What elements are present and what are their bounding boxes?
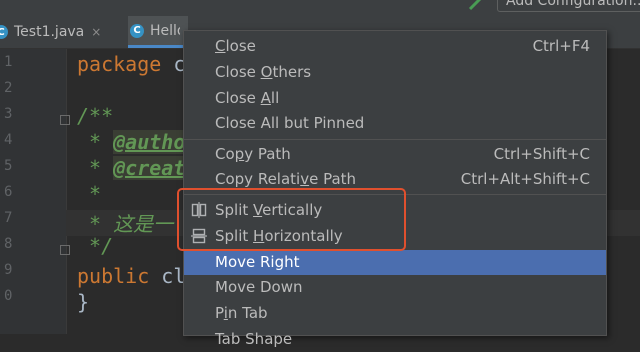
code-line[interactable]: package c — [77, 52, 185, 76]
javadoc-tag: @creat — [113, 156, 186, 180]
add-configuration-button[interactable]: Add Configuration... — [497, 0, 640, 12]
menu-item-tab-shape[interactable]: Tab Shape — [184, 327, 606, 352]
mnemonic: C — [215, 37, 226, 55]
menu-item-move-down[interactable]: Move Down — [184, 275, 606, 300]
code-text: c — [161, 52, 186, 76]
comment-text: /** — [77, 104, 114, 128]
top-toolbar: Add Configuration... — [0, 0, 640, 16]
menu-item-label: thers — [272, 63, 312, 81]
code-line[interactable]: /** — [77, 104, 113, 128]
menu-item-label: Tab Shape — [215, 330, 293, 348]
line-number: 5 — [4, 158, 13, 174]
menu-item-label: ll — [270, 89, 280, 107]
javadoc-tag: @autho — [113, 130, 186, 154]
menu-item-label: Move Right — [215, 253, 300, 271]
line-number: 8 — [4, 236, 13, 252]
tab-label: Hello.java — [150, 22, 180, 39]
line-number: 4 — [4, 132, 13, 148]
fold-toggle-icon[interactable] — [60, 245, 70, 255]
menu-item-label: Co — [215, 145, 235, 163]
menu-item-label: Close — [215, 89, 261, 107]
code-line[interactable]: * — [77, 182, 101, 206]
menu-item-pin-tab[interactable]: Pin Tab — [184, 301, 606, 326]
annotation-highlight-box — [177, 188, 406, 251]
menu-item-close-others[interactable]: Close Others — [184, 60, 606, 85]
comment-text: * 这是一 — [77, 212, 174, 236]
menu-separator — [184, 139, 606, 140]
code-line[interactable]: */ — [77, 234, 113, 258]
mnemonic: O — [260, 63, 273, 81]
line-number: 7 — [4, 210, 13, 226]
menu-item-label: Move Down — [215, 278, 303, 296]
java-class-icon: C — [0, 25, 8, 39]
menu-item-label: lose — [225, 37, 256, 55]
shortcut-label: Ctrl+Alt+Shift+C — [460, 170, 590, 188]
line-number: 6 — [4, 184, 13, 200]
mnemonic: p — [234, 145, 245, 163]
menu-item-close-all-but-pinned[interactable]: Close All but Pinned — [184, 111, 606, 136]
menu-item-label: Close All but Pinned — [215, 114, 365, 132]
build-hammer-icon[interactable] — [468, 0, 486, 11]
code-text: } — [77, 290, 90, 314]
menu-item-label: e Path — [309, 170, 357, 188]
mnemonic: v — [300, 170, 310, 188]
java-class-icon: C — [130, 23, 144, 38]
keyword: public — [77, 264, 150, 288]
line-number: 1 — [4, 54, 13, 70]
tab-context-menu: Close Ctrl+F4 Close Others Close All Clo… — [183, 30, 607, 348]
keyword: package — [77, 52, 162, 76]
menu-item-label: n Tab — [227, 304, 268, 322]
close-icon[interactable]: × — [91, 25, 101, 39]
mnemonic: A — [260, 89, 271, 107]
menu-item-close[interactable]: Close Ctrl+F4 — [184, 34, 606, 59]
menu-item-move-right[interactable]: Move Right — [184, 250, 606, 275]
line-number: 3 — [4, 106, 13, 122]
shortcut-label: Ctrl+Shift+C — [493, 145, 590, 163]
code-line[interactable]: * 这是一 — [77, 208, 173, 237]
line-number: 9 — [4, 262, 13, 278]
comment-text: */ — [77, 234, 114, 258]
code-text: cl — [149, 264, 186, 288]
code-line[interactable]: * @autho — [77, 130, 186, 154]
line-number: 0 — [4, 288, 13, 304]
menu-item-label: Copy Relati — [215, 170, 301, 188]
code-line[interactable]: * @creat — [77, 156, 186, 180]
fold-toggle-icon[interactable] — [60, 115, 70, 125]
shortcut-label: Ctrl+F4 — [532, 37, 590, 55]
tab-hello-java[interactable]: C Hello.java — [128, 16, 188, 48]
comment-text: * — [77, 130, 114, 154]
tab-test1-java[interactable]: C Test1.java × — [0, 16, 101, 48]
menu-item-label: y Path — [244, 145, 291, 163]
menu-item-close-all[interactable]: Close All — [184, 86, 606, 111]
comment-text: * — [77, 182, 102, 206]
menu-item-label: Close — [215, 63, 261, 81]
comment-text: * — [77, 156, 114, 180]
tab-label: Test1.java — [14, 24, 85, 40]
menu-item-copy-path[interactable]: Copy Path Ctrl+Shift+C — [184, 142, 606, 167]
line-number: 2 — [4, 80, 13, 96]
menu-item-label: P — [215, 304, 224, 322]
code-line[interactable]: } — [77, 290, 89, 314]
code-line[interactable]: public cl — [77, 264, 185, 288]
line-number-gutter: 1 2 3 4 5 6 7 8 9 0 — [0, 49, 70, 334]
